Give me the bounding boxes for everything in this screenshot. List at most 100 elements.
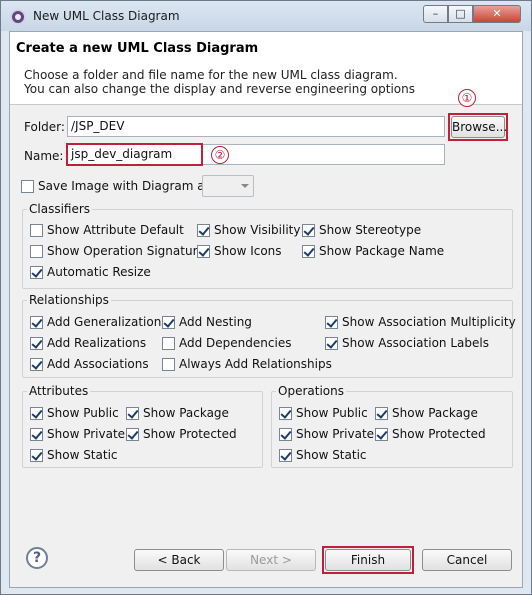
checkbox-box [126,427,139,441]
checkbox-label: Add Generalizations [47,315,168,329]
attributes-checkbox-3[interactable]: Show Protected [126,427,237,441]
operations-title: Operations [276,384,346,398]
checkbox-box [197,223,210,237]
relationships-checkbox-2[interactable]: Show Association Multiplicity [325,315,516,329]
browse-highlight-box [448,113,508,141]
next-button[interactable]: Next > [226,549,316,571]
checkbox-label: Show Operation Signature [47,244,205,258]
checkbox-box [30,265,43,279]
operations-checkbox-2[interactable]: Show Private [279,427,374,441]
checkbox-box [30,448,43,462]
dialog-window: New UML Class Diagram – □ ✕ Create a new… [0,0,532,595]
relationships-checkbox-1[interactable]: Add Nesting [162,315,252,329]
checkbox-box [30,427,43,441]
title-bar[interactable]: New UML Class Diagram – □ ✕ [1,1,531,31]
attributes-checkbox-1[interactable]: Show Package [126,406,229,420]
attributes-checkbox-2[interactable]: Show Private [30,427,125,441]
checkbox-label: Show Static [47,448,118,462]
checkbox-box [325,315,338,329]
classifiers-checkbox-1[interactable]: Show Visibility [197,223,300,237]
attributes-checkbox-0[interactable]: Show Public [30,406,119,420]
eclipse-app-icon [10,9,26,25]
attributes-title: Attributes [27,384,91,398]
relationships-checkbox-7[interactable]: Always Add Relationships [162,357,332,371]
maximize-button[interactable]: □ [448,5,473,23]
save-image-checkbox[interactable]: Save Image with Diagram as [21,179,211,193]
operations-checkbox-4[interactable]: Show Static [279,448,367,462]
classifiers-checkbox-5[interactable]: Show Package Name [302,244,444,258]
checkbox-label: Show Stereotype [319,223,422,237]
checkbox-box [375,427,388,441]
dialog-content: Create a new UML Class Diagram Choose a … [9,31,523,588]
checkbox-box [279,406,292,420]
checkbox-box [162,357,175,371]
checkbox-label: Show Icons [214,244,282,258]
checkbox-box [30,315,43,329]
checkbox-label: Show Package [143,406,229,420]
name-highlight-box [66,143,203,166]
checkbox-label: Show Private [47,427,126,441]
relationships-checkbox-3[interactable]: Add Realizations [30,336,146,350]
checkbox-label: Show Private [296,427,375,441]
checkbox-label: Add Associations [47,357,149,371]
classifiers-checkbox-4[interactable]: Show Icons [197,244,282,258]
checkbox-box [30,244,43,258]
checkbox-label: Add Nesting [179,315,252,329]
checkbox-label: Show Protected [143,427,237,441]
back-button[interactable]: < Back [134,549,224,571]
wizard-header: Create a new UML Class Diagram Choose a … [10,32,522,105]
checkbox-box [30,223,43,237]
checkbox-label: Add Realizations [47,336,147,350]
checkbox-label: Show Association Labels [342,336,489,350]
classifiers-checkbox-6[interactable]: Automatic Resize [30,265,151,279]
minimize-button[interactable]: – [423,5,448,23]
checkbox-box [197,244,210,258]
relationships-checkbox-6[interactable]: Add Associations [30,357,149,371]
classifiers-checkbox-2[interactable]: Show Stereotype [302,223,421,237]
attributes-checkbox-4[interactable]: Show Static [30,448,118,462]
checkbox-label: Show Public [47,406,119,420]
chevron-down-icon [241,184,249,188]
operations-checkbox-3[interactable]: Show Protected [375,427,486,441]
operations-checkbox-1[interactable]: Show Package [375,406,478,420]
checkbox-label: Always Add Relationships [179,357,332,371]
relationships-checkbox-4[interactable]: Add Dependencies [162,336,291,350]
checkbox-box [30,357,43,371]
checkbox-box [302,244,315,258]
classifiers-checkbox-3[interactable]: Show Operation Signature [30,244,205,258]
classifiers-checkbox-0[interactable]: Show Attribute Default [30,223,184,237]
checkbox-box [30,406,43,420]
callout-1: ① [458,89,476,107]
checkbox-label: Show Package Name [319,244,445,258]
checkbox-box [325,336,338,350]
folder-field[interactable]: /JSP_DEV [67,116,445,137]
relationships-checkbox-5[interactable]: Show Association Labels [325,336,489,350]
image-format-dropdown[interactable] [202,175,254,197]
checkbox-box [21,179,34,193]
checkbox-label: Show Static [296,448,367,462]
operations-checkbox-0[interactable]: Show Public [279,406,368,420]
page-description: Choose a folder and file name for the ne… [24,68,415,96]
description-line-1: Choose a folder and file name for the ne… [24,68,398,82]
checkbox-box [279,427,292,441]
checkbox-label: Show Protected [392,427,486,441]
help-icon[interactable]: ? [26,547,48,569]
checkbox-label: Add Dependencies [179,336,292,350]
checkbox-label: Show Association Multiplicity [342,315,516,329]
checkbox-label: Show Public [296,406,368,420]
close-button[interactable]: ✕ [473,5,521,23]
checkbox-label: Automatic Resize [47,265,151,279]
relationships-checkbox-0[interactable]: Add Generalizations [30,315,168,329]
checkbox-label: Show Visibility [214,223,301,237]
folder-label: Folder: [24,120,65,134]
save-image-label: Save Image with Diagram as [38,179,211,193]
checkbox-box [375,406,388,420]
callout-2: ② [211,146,229,164]
cancel-button[interactable]: Cancel [422,549,512,571]
finish-highlight-box [322,546,414,574]
window-title: New UML Class Diagram [33,9,180,23]
checkbox-box [30,336,43,350]
description-line-2: You can also change the display and reve… [24,82,415,96]
checkbox-box [279,448,292,462]
checkbox-label: Show Attribute Default [47,223,184,237]
